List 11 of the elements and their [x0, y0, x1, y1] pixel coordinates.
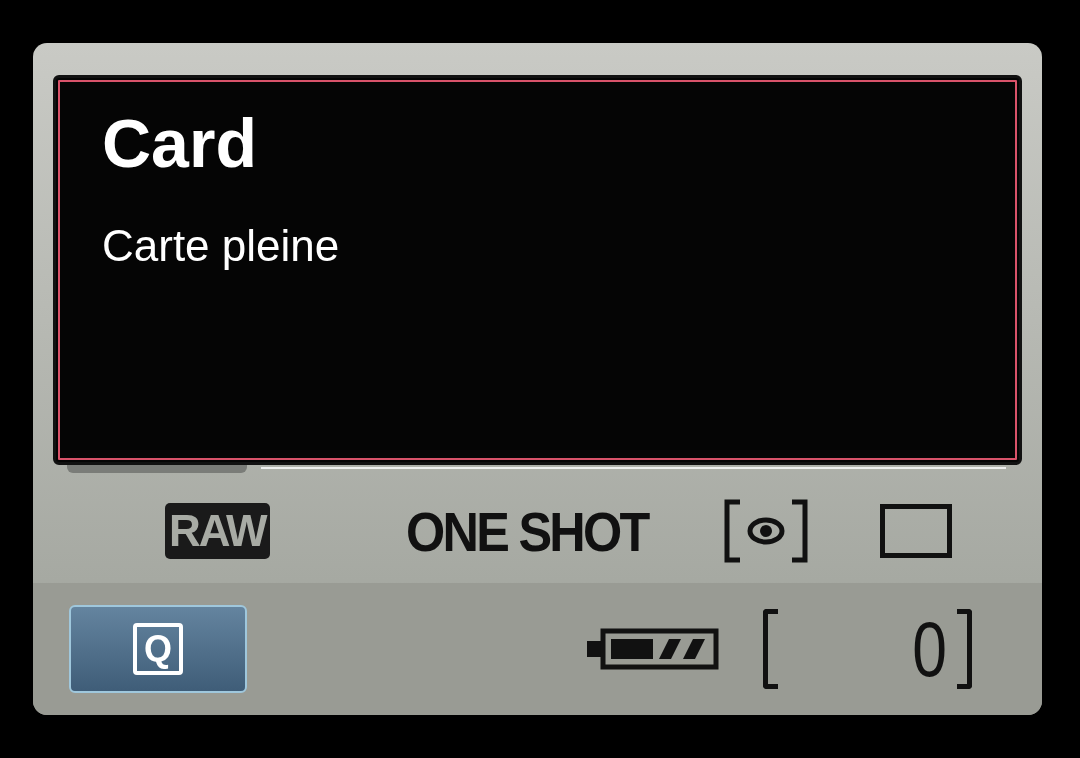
message-text: Carte pleine [102, 220, 341, 271]
message-title: Card [102, 106, 258, 181]
shots-remaining: 0 [911, 603, 947, 695]
quality-label: RAW [165, 503, 270, 559]
af-mode-label: ONE SHOT [405, 498, 648, 564]
single-frame-icon [880, 504, 953, 558]
battery-icon [586, 627, 719, 671]
bracket-icon [762, 609, 778, 689]
bracket-icon [957, 609, 972, 689]
metering-icon [724, 499, 809, 563]
quick-control-button[interactable]: Q [69, 605, 247, 693]
